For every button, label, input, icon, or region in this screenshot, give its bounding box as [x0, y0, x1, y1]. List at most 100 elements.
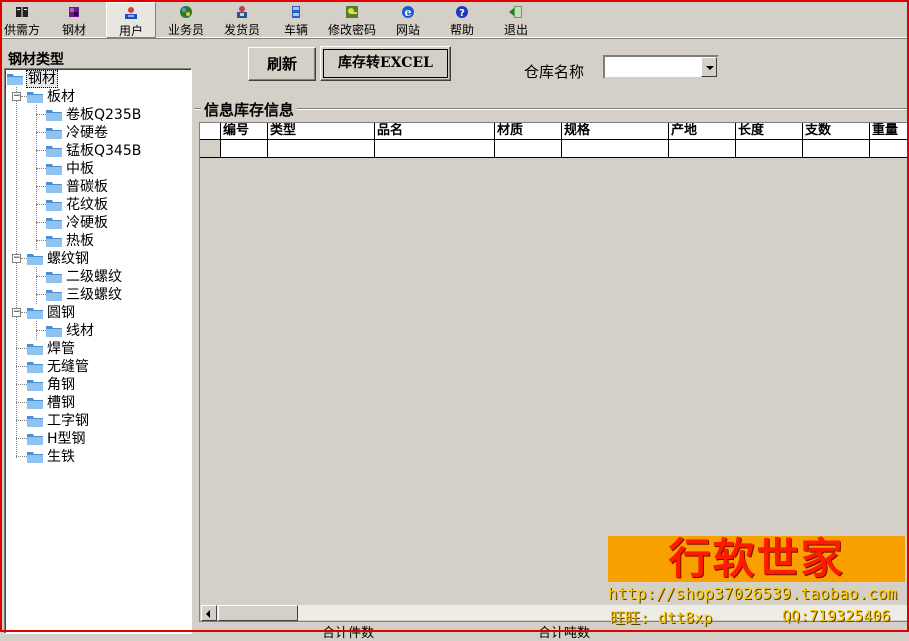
- tree-connector: [16, 438, 27, 439]
- tree-connector: [16, 420, 27, 421]
- folder-icon: [46, 218, 62, 229]
- tree-node-plate[interactable]: 板材: [27, 88, 76, 106]
- tree-connector: [36, 240, 46, 241]
- watermark-qq: QQ:719325406: [782, 607, 891, 625]
- toolbar-button-vehicle[interactable]: 车辆: [276, 2, 316, 38]
- tree-node-rebar[interactable]: 螺纹钢: [27, 250, 90, 268]
- tree-connector: [36, 330, 46, 331]
- toolbar-label: 供需方: [3, 23, 40, 37]
- export-excel-button[interactable]: 库存转EXCEL: [320, 46, 451, 81]
- panel-title: 钢材类型: [8, 52, 64, 68]
- tree-node-angle-steel[interactable]: 角钢: [27, 376, 76, 394]
- tree-node-channel-steel[interactable]: 槽钢: [27, 394, 76, 412]
- svg-text:?: ?: [459, 8, 465, 19]
- toolbar-button-suppliers[interactable]: 供需方: [2, 2, 42, 38]
- toolbar-button-help[interactable]: ? 帮助: [442, 2, 482, 38]
- tree-node-h-beam[interactable]: H型钢: [27, 430, 87, 448]
- table-cell[interactable]: [736, 140, 803, 157]
- table-cell[interactable]: [495, 140, 562, 157]
- svg-text:e: e: [405, 6, 412, 19]
- tree-connector: [36, 204, 46, 205]
- folder-icon: [27, 434, 43, 445]
- help-icon: ?: [456, 6, 468, 19]
- folder-icon: [46, 110, 62, 121]
- folder-icon: [27, 380, 43, 391]
- table-cell[interactable]: [562, 140, 669, 157]
- column-header-origin[interactable]: 产地: [669, 123, 736, 140]
- table-cell[interactable]: [375, 140, 495, 157]
- refresh-button[interactable]: 刷新: [248, 47, 316, 81]
- folder-icon: [27, 452, 43, 463]
- column-header-count[interactable]: 支数: [803, 123, 870, 140]
- column-header-spec[interactable]: 规格: [562, 123, 669, 140]
- tree-node-wire-rod[interactable]: 线材: [46, 322, 95, 340]
- toolbar-label: 车辆: [283, 23, 308, 37]
- tree-node-seamless-pipe[interactable]: 无缝管: [27, 358, 90, 376]
- shipper-icon: [237, 6, 247, 18]
- ie-icon: e: [402, 6, 414, 19]
- tree-connector: [16, 456, 27, 457]
- group-divider: [194, 108, 907, 109]
- collapse-toggle[interactable]: −: [12, 92, 21, 101]
- toolbar-button-change-password[interactable]: 修改密码: [324, 2, 380, 38]
- table-row[interactable]: [200, 140, 907, 158]
- folder-icon: [27, 416, 43, 427]
- tree-node-cold-plate[interactable]: 冷硬板: [46, 214, 109, 232]
- toolbar-button-user[interactable]: 用户: [106, 2, 156, 38]
- tree-connector: [36, 222, 46, 223]
- tree-node-cold-coil[interactable]: 冷硬卷: [46, 124, 109, 142]
- column-header-length[interactable]: 长度: [736, 123, 803, 140]
- toolbar-button-website[interactable]: e 网站: [388, 2, 428, 38]
- tree-connector: [16, 366, 27, 367]
- tree-node-welded-pipe[interactable]: 焊管: [27, 340, 76, 358]
- tree-node-root[interactable]: 钢材: [7, 70, 58, 88]
- tree-connector: [16, 384, 27, 385]
- folder-icon: [46, 200, 62, 211]
- folder-icon: [27, 398, 43, 409]
- tree-node-mn-plate[interactable]: 锰板Q345B: [46, 142, 142, 160]
- collapse-toggle[interactable]: −: [12, 308, 21, 317]
- tree-connector: [36, 105, 37, 250]
- column-header-material[interactable]: 材质: [495, 123, 562, 140]
- table-cell[interactable]: [803, 140, 870, 157]
- table-cell[interactable]: [870, 140, 907, 157]
- scroll-left-icon[interactable]: [201, 605, 217, 621]
- warehouse-select[interactable]: [603, 55, 719, 79]
- tree-node-i-beam[interactable]: 工字钢: [27, 412, 90, 430]
- tree-node-rebar-grade3[interactable]: 三级螺纹: [46, 286, 123, 304]
- toolbar-button-steel[interactable]: 钢材: [54, 2, 94, 38]
- tree-node-carbon-plate[interactable]: 普碳板: [46, 178, 109, 196]
- tree-node-pig-iron[interactable]: 生铁: [27, 448, 76, 466]
- tree-node-coil-q235b[interactable]: 卷板Q235B: [46, 106, 142, 124]
- tree-node-rebar-grade2[interactable]: 二级螺纹: [46, 268, 123, 286]
- tree-node-round-steel[interactable]: 圆钢: [27, 304, 76, 322]
- folder-icon: [27, 344, 43, 355]
- chevron-down-icon[interactable]: [701, 57, 717, 77]
- warehouse-label: 仓库名称: [524, 63, 585, 81]
- tree-node-checker-plate[interactable]: 花纹板: [46, 196, 109, 214]
- scroll-thumb[interactable]: [218, 605, 298, 621]
- column-header-id[interactable]: 编号: [221, 123, 268, 140]
- tree-connector: [16, 402, 27, 403]
- toolbar-button-shipper[interactable]: 发货员: [220, 2, 264, 38]
- grid-header: 编号 类型 品名 材质 规格 产地 长度 支数 重量: [200, 123, 907, 140]
- column-header-type[interactable]: 类型: [268, 123, 375, 140]
- tree-node-hot-plate[interactable]: 热板: [46, 232, 95, 250]
- table-cell[interactable]: [669, 140, 736, 157]
- column-header-weight[interactable]: 重量: [870, 123, 907, 140]
- toolbar-button-salesman[interactable]: 业务员: [164, 2, 208, 38]
- user-icon: [125, 7, 137, 19]
- toolbar-button-exit[interactable]: 退出: [496, 2, 536, 38]
- collapse-toggle[interactable]: −: [12, 254, 21, 263]
- vehicle-icon: [292, 6, 300, 18]
- book-icon: [16, 7, 28, 17]
- table-cell[interactable]: [268, 140, 375, 157]
- table-cell[interactable]: [221, 140, 268, 157]
- row-selector[interactable]: [200, 140, 221, 157]
- steel-type-tree[interactable]: 钢材 − 板材 卷板Q235B 冷硬卷 锰板Q345B 中板 普碳板 花纹板 冷…: [4, 68, 192, 634]
- column-header-name[interactable]: 品名: [375, 123, 495, 140]
- tree-node-medium-plate[interactable]: 中板: [46, 160, 95, 178]
- tree-connector: [36, 267, 37, 304]
- watermark-wangwang: 旺旺: dtt8xp: [610, 609, 713, 627]
- folder-icon: [46, 272, 62, 283]
